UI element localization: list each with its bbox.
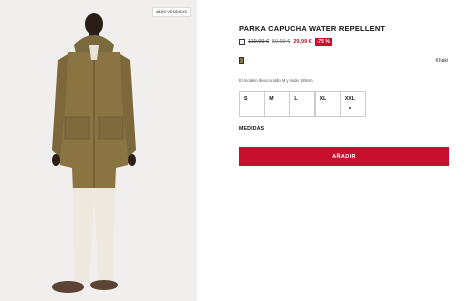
current-price: 29,99 € bbox=[293, 38, 312, 45]
size-label: L bbox=[294, 96, 298, 102]
size-label: S bbox=[244, 96, 248, 102]
size-option-xxl[interactable]: XXL • bbox=[339, 91, 366, 117]
size-option-s[interactable]: S bbox=[239, 91, 265, 117]
low-stock-dot: • bbox=[348, 106, 351, 112]
original-price: 119,99 € bbox=[248, 38, 270, 45]
discount-badge: -75 % bbox=[314, 37, 332, 46]
size-label: XL bbox=[319, 96, 327, 102]
size-option-l[interactable]: L bbox=[289, 91, 316, 117]
price-row: 119,99 € 59,99 € 29,99 € -75 % bbox=[239, 37, 332, 46]
price-history-icon[interactable] bbox=[239, 38, 245, 45]
size-label: XXL bbox=[344, 96, 355, 102]
product-details-panel: PARKA CAPUCHA WATER REPELLENT 119,99 € 5… bbox=[197, 0, 475, 301]
measures-link[interactable]: MEDIDAS bbox=[239, 126, 264, 132]
size-selector: S M L XL XXL • bbox=[239, 91, 366, 117]
model-size-info: El modelo lleva la talla M y mide 185cm. bbox=[239, 78, 314, 83]
size-option-xl[interactable]: XL bbox=[314, 91, 341, 117]
product-image-panel: ¡MÁS VENDIDO! bbox=[0, 0, 197, 301]
bestseller-badge: ¡MÁS VENDIDO! bbox=[152, 7, 191, 17]
product-photo[interactable] bbox=[0, 0, 197, 301]
size-option-m[interactable]: M bbox=[264, 91, 291, 117]
previous-price: 59,99 € bbox=[272, 38, 291, 45]
add-to-cart-button[interactable]: AÑADIR bbox=[239, 147, 449, 166]
color-swatch[interactable] bbox=[239, 57, 244, 64]
color-name: Khaki bbox=[435, 58, 448, 64]
size-label: M bbox=[269, 96, 274, 102]
product-title: PARKA CAPUCHA WATER REPELLENT bbox=[239, 24, 386, 33]
